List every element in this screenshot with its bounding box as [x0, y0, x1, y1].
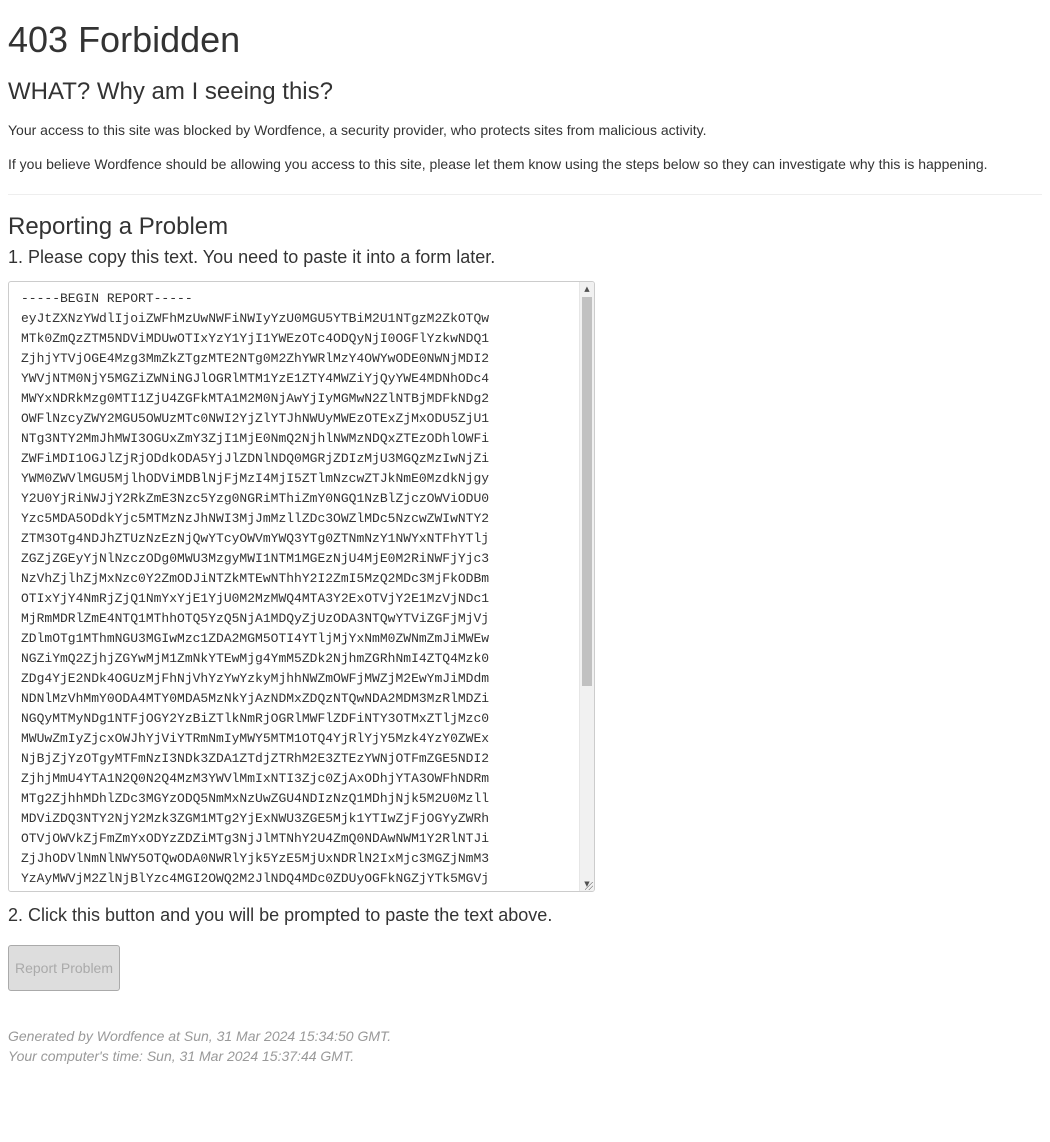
report-line: -----BEGIN REPORT----- [21, 291, 193, 306]
report-line: OTIxYjY4NmRjZjQ1NmYxYjE1YjU0M2MzMWQ4MTA3… [21, 591, 490, 606]
resize-grip-icon[interactable] [585, 882, 593, 890]
report-line: eyJtZXNzYWdlIjoiZWFhMzUwNWFiNWIyYzU0MGU5… [21, 311, 490, 326]
report-line: MTg2ZjhhMDhlZDc3MGYzODQ5NmMxNzUwZGU4NDIz… [21, 791, 490, 806]
why-heading: WHAT? Why am I seeing this? [8, 78, 333, 105]
report-line: NTg3NTY2MmJhMWI3OGUxZmY3ZjI1MjE0NmQ2Njhl… [21, 431, 490, 446]
report-line: YWVjNTM0NjY5MGZiZWNiNGJlOGRlMTM1YzE1ZTY4… [21, 371, 490, 386]
page-title: 403 Forbidden [8, 19, 241, 60]
report-line: ZGZjZGEyYjNlNzczODg0MWU3MzgyMWI1NTM1MGEz… [21, 551, 490, 566]
report-text-content[interactable]: -----BEGIN REPORT----- eyJtZXNzYWdlIjoiZW… [21, 289, 490, 891]
page: 403 Forbidden WHAT? Why am I seeing this… [0, 0, 1050, 1066]
report-line: YWM0ZWVlMGU5MjlhODViMDBlNjFjMzI4MjI5ZTlm… [21, 471, 490, 486]
report-scrollbar[interactable]: ▲ ▼ [579, 282, 594, 891]
report-line: MDViZDQ3NTY2NjY2Mzk3ZGM1MTg2YjExNWU3ZGE5… [21, 811, 490, 826]
step-one-instruction: 1. Please copy this text. You need to pa… [8, 247, 496, 267]
report-line: MWYxNDRkMzg0MTI1ZjU4ZGFkMTA1M2M0NjAwYjIy… [21, 391, 490, 406]
report-line: OWFlNzcyZWY2MGU5OWUzMTc0NWI2YjZlYTJhNWUy… [21, 411, 490, 426]
report-line: Yzc5MDA5ODdkYjc5MTMzNzJhNWI3MjJmMzllZDc3… [21, 511, 490, 526]
scroll-thumb[interactable] [582, 297, 592, 686]
footer: Generated by Wordfence at Sun, 31 Mar 20… [8, 1026, 1042, 1066]
report-line: MWUwZmIyZjcxOWJhYjViYTRmNmIyMWY5MTM1OTQ4… [21, 731, 490, 746]
reporting-heading: Reporting a Problem [8, 213, 229, 240]
report-problem-button[interactable]: Report Problem [8, 945, 120, 991]
report-line: ZDlmOTg1MThmNGU3MGIwMzc1ZDA2MGM5OTI4YTlj… [21, 631, 490, 646]
report-line: NjBjZjYzOTgyMTFmNzI3NDk3ZDA1ZTdjZTRhM2E3… [21, 751, 490, 766]
generated-timestamp: Generated by Wordfence at Sun, 31 Mar 20… [8, 1028, 392, 1044]
scroll-up-arrow-icon[interactable]: ▲ [580, 282, 594, 296]
report-line: YzAyMWVjM2ZlNjBlYzc4MGI2OWQ2M2JlNDQ4MDc0… [21, 871, 490, 886]
computer-time: Your computer's time: Sun, 31 Mar 2024 1… [8, 1048, 355, 1064]
report-line: Y2U0YjRiNWJjY2RkZmE3Nzc5Yzg0NGRiMThiZmY0… [21, 491, 490, 506]
report-textarea[interactable]: -----BEGIN REPORT----- eyJtZXNzYWdlIjoiZW… [8, 281, 595, 892]
step-two-instruction: 2. Click this button and you will be pro… [8, 905, 553, 925]
report-line: ZjJhODVlNmNlNWY5OTQwODA0NWRlYjk5YzE5MjUx… [21, 851, 490, 866]
report-line: NGRmNjdmNWNjZTY5OTZkOWZmOWUzNzA5NWIwMjE0… [21, 889, 489, 891]
report-line: ZTM3OTg4NDJhZTUzNzEzNjQwYTcyOWVmYWQ3YTg0… [21, 531, 490, 546]
report-line: OTVjOWVkZjFmZmYxODYzZDZiMTg3NjJlMTNhY2U4… [21, 831, 490, 846]
report-line: NGQyMTMyNDg1NTFjOGY2YzBiZTlkNmRjOGRlMWFl… [21, 711, 490, 726]
report-line: ZDg4YjE2NDk4OGUzMjFhNjVhYzYwYzkyMjhhNWZm… [21, 671, 490, 686]
blocked-explanation: Your access to this site was blocked by … [8, 122, 707, 138]
section-divider [8, 194, 1042, 195]
report-line: ZjhjMmU4YTA1N2Q0N2Q4MzM3YWVlMmIxNTI3Zjc0… [21, 771, 490, 786]
report-line: ZWFiMDI1OGJlZjRjODdkODA5YjJlZDNlNDQ0MGRj… [21, 451, 490, 466]
report-line: NDNlMzVhMmY0ODA4MTY0MDA5MzNkYjAzNDMxZDQz… [21, 691, 490, 706]
report-line: ZjhjYTVjOGE4Mzg3MmZkZTgzMTE2NTg0M2ZhYWRl… [21, 351, 490, 366]
report-line: MTk0ZmQzZTM5NDViMDUwOTIxYzY1YjI1YWEzOTc4… [21, 331, 490, 346]
report-line: MjRmMDRlZmE4NTQ1MThhOTQ5YzQ5NjA1MDQyZjUz… [21, 611, 490, 626]
report-line: NGZiYmQ2ZjhjZGYwMjM1ZmNkYTEwMjg4YmM5ZDk2… [21, 651, 490, 666]
report-line: NzVhZjlhZjMxNzc0Y2ZmODJiNTZkMTEwNThhY2I2… [21, 571, 490, 586]
allow-instructions: If you believe Wordfence should be allow… [8, 156, 988, 172]
